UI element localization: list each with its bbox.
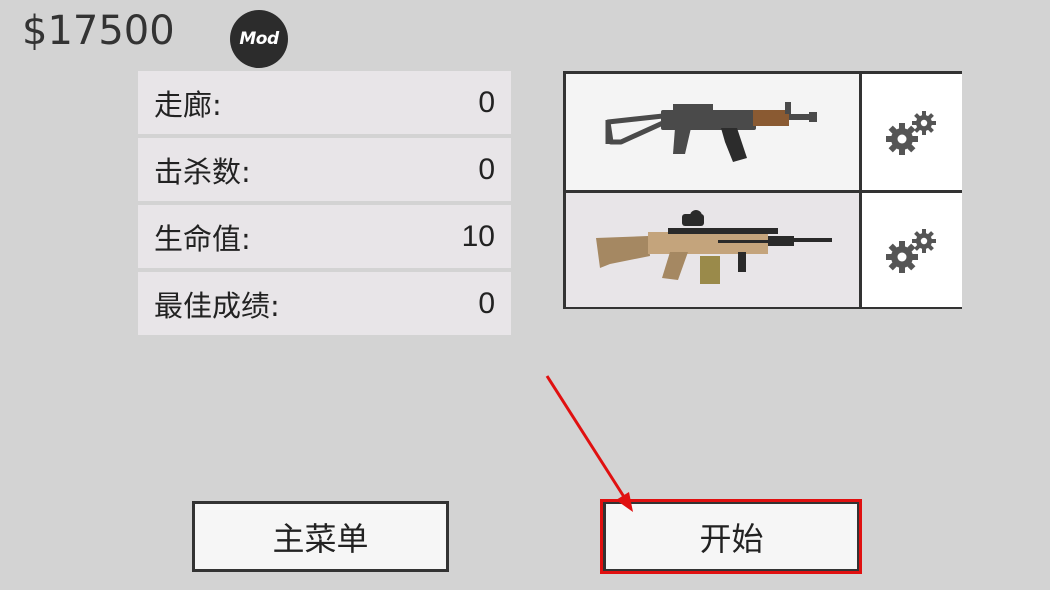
gears-icon	[886, 229, 936, 273]
stat-value: 0	[478, 152, 495, 186]
stat-label: 最佳成绩:	[154, 288, 280, 323]
stat-row-health: 生命值: 10	[138, 205, 511, 268]
secondary-weapon-slot[interactable]	[566, 193, 859, 307]
money-display: $17500	[22, 8, 175, 54]
stat-value: 0	[478, 85, 495, 119]
stat-label: 生命值:	[154, 221, 251, 256]
stat-row-corridor: 走廊: 0	[138, 71, 511, 134]
stat-label: 走廊:	[154, 87, 222, 122]
main-menu-button[interactable]: 主菜单	[192, 501, 449, 572]
stat-label: 击杀数:	[154, 154, 251, 189]
stat-row-kills: 击杀数: 0	[138, 138, 511, 201]
stat-value: 10	[461, 219, 495, 253]
ak-rifle-icon	[605, 102, 817, 162]
mod-badge[interactable]: Mod	[230, 10, 288, 68]
primary-weapon-slot[interactable]	[566, 74, 859, 190]
weapon-loadout-panel	[563, 71, 962, 309]
secondary-settings-button[interactable]	[862, 193, 962, 307]
primary-settings-button[interactable]	[862, 74, 962, 190]
stat-value: 0	[478, 286, 495, 320]
stat-row-best-score: 最佳成绩: 0	[138, 272, 511, 335]
start-button[interactable]: 开始	[603, 501, 860, 572]
scar-rifle-icon	[595, 210, 832, 284]
gears-icon	[886, 111, 936, 155]
stats-panel: 走廊: 0 击杀数: 0 生命值: 10 最佳成绩: 0	[138, 71, 511, 339]
